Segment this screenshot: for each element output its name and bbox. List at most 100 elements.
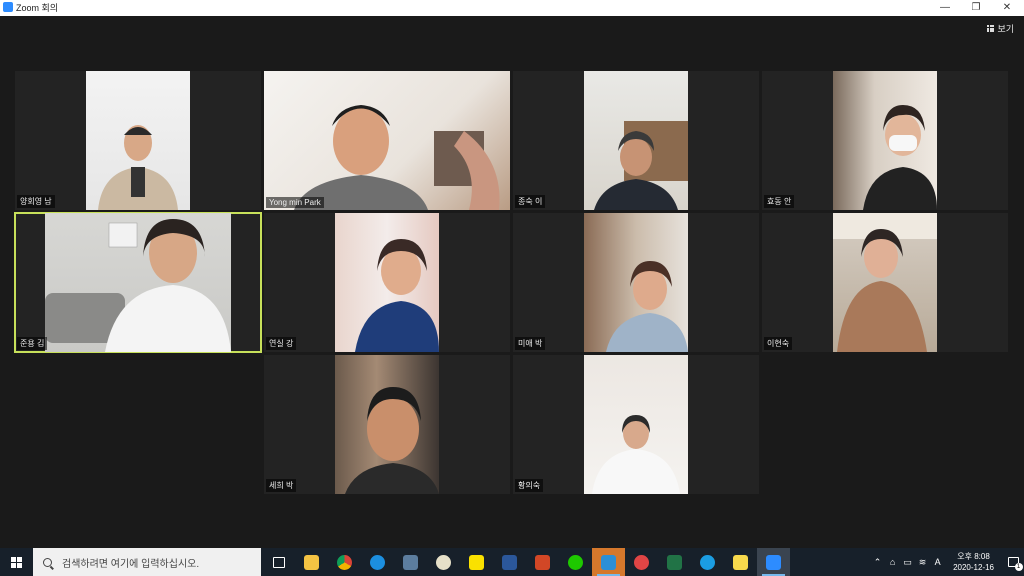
video-feed xyxy=(264,71,510,210)
participant-tile-active-speaker[interactable]: 준용 김 xyxy=(14,212,262,353)
close-button[interactable]: ✕ xyxy=(992,0,1022,16)
chrome-button[interactable] xyxy=(328,548,361,576)
word-button[interactable] xyxy=(493,548,526,576)
video-feed xyxy=(45,213,231,352)
participant-video xyxy=(863,105,937,210)
title-bar: Zoom 회의 — ❐ ✕ xyxy=(0,0,1024,16)
participant-name: Yong min Park xyxy=(266,197,324,208)
clock-date: 2020-12-16 xyxy=(953,563,994,572)
calculator-button[interactable] xyxy=(394,548,427,576)
zoom-icon xyxy=(766,554,781,570)
restore-button[interactable]: ❐ xyxy=(961,0,991,16)
powerpoint-icon xyxy=(535,554,550,570)
system-tray: ⌃ ⌂ ▭ ≋ A 오후 8:08 2020-12-16 1 xyxy=(870,548,1024,576)
participant-tile[interactable]: 미애 박 xyxy=(513,213,759,352)
whale-icon xyxy=(568,554,583,570)
video-feed xyxy=(335,355,439,494)
excel-button[interactable] xyxy=(658,548,691,576)
participant-video xyxy=(98,125,178,210)
start-button[interactable] xyxy=(0,548,32,576)
participant-name: 세희 박 xyxy=(266,479,297,492)
file-explorer-button[interactable] xyxy=(295,548,328,576)
video-feed xyxy=(335,213,439,352)
participant-name: 종숙 이 xyxy=(515,195,546,208)
wifi-icon[interactable]: ≋ xyxy=(915,557,930,568)
naver-whale-button[interactable] xyxy=(559,548,592,576)
participant-tile[interactable]: 연실 강 xyxy=(264,213,510,352)
edge-button[interactable] xyxy=(691,548,724,576)
search-icon xyxy=(43,557,52,567)
participant-tile[interactable]: 이현숙 xyxy=(762,213,1008,352)
participant-tile[interactable]: 효동 안 xyxy=(762,71,1008,210)
participant-name: 효동 안 xyxy=(764,195,795,208)
video-feed xyxy=(833,71,937,210)
sticky-notes-button[interactable] xyxy=(724,548,757,576)
taskbar-search-box[interactable]: 검색하려면 여기에 입력하십시오. xyxy=(33,548,261,576)
video-feed xyxy=(584,355,688,494)
view-button[interactable]: 보기 xyxy=(987,22,1014,35)
windows-logo-icon xyxy=(10,556,22,568)
window-title: Zoom 회의 xyxy=(16,3,59,13)
taskbar-apps xyxy=(262,548,790,576)
participant-name: 양회영 남 xyxy=(17,195,55,208)
video-feed xyxy=(584,213,688,352)
participant-tile[interactable]: Yong min Park xyxy=(264,71,510,210)
clock-time: 오후 8:08 xyxy=(957,552,990,561)
participant-name: 준용 김 xyxy=(17,337,48,350)
ime-indicator[interactable]: A xyxy=(930,557,945,567)
capture-app-icon xyxy=(601,554,616,570)
kakaotalk-button[interactable] xyxy=(460,548,493,576)
sticky-notes-icon xyxy=(733,554,748,570)
notification-icon: 1 xyxy=(1007,557,1023,571)
video-feed xyxy=(584,71,688,210)
notification-count: 1 xyxy=(1014,563,1023,571)
battery-icon[interactable]: ▭ xyxy=(900,557,915,568)
participant-video xyxy=(45,219,231,352)
participant-tile[interactable]: 황의숙 xyxy=(513,355,759,494)
refresh-icon xyxy=(634,554,649,570)
network-icon[interactable]: ⌂ xyxy=(885,557,900,567)
participant-video xyxy=(355,239,439,352)
excel-icon xyxy=(667,554,682,570)
minimize-button[interactable]: — xyxy=(930,0,960,16)
internet-explorer-icon xyxy=(370,554,385,570)
participant-video xyxy=(345,387,439,494)
paint-button[interactable] xyxy=(427,548,460,576)
chrome-icon xyxy=(337,554,352,570)
capture-app-button[interactable] xyxy=(592,548,625,576)
participant-video xyxy=(606,261,688,352)
participant-video xyxy=(833,213,937,352)
edge-icon xyxy=(700,554,715,570)
clock[interactable]: 오후 8:08 2020-12-16 xyxy=(945,551,1002,573)
folder-icon xyxy=(304,554,319,570)
internet-explorer-button[interactable] xyxy=(361,548,394,576)
video-feed xyxy=(833,213,937,352)
task-view-button[interactable] xyxy=(262,548,295,576)
participant-video xyxy=(592,415,680,494)
view-label: 보기 xyxy=(997,24,1014,34)
word-icon xyxy=(502,554,517,570)
calculator-icon xyxy=(403,554,418,570)
participant-name: 황의숙 xyxy=(515,479,544,492)
participant-video xyxy=(594,121,688,210)
search-placeholder: 검색하려면 여기에 입력하십시오. xyxy=(62,558,200,570)
grid-view-icon xyxy=(987,25,995,32)
refresh-app-button[interactable] xyxy=(625,548,658,576)
chevron-up-icon[interactable]: ⌃ xyxy=(870,557,885,568)
video-feed xyxy=(86,71,190,210)
paint-palette-icon xyxy=(436,554,451,570)
zoom-taskbar-button[interactable] xyxy=(757,548,790,576)
powerpoint-button[interactable] xyxy=(526,548,559,576)
participant-name: 미애 박 xyxy=(515,337,546,350)
kakaotalk-icon xyxy=(469,554,484,570)
participant-tile[interactable]: 세희 박 xyxy=(264,355,510,494)
participant-tile[interactable]: 양회영 남 xyxy=(15,71,261,210)
participant-video xyxy=(294,105,500,210)
zoom-app-icon xyxy=(3,2,13,12)
windows-taskbar: 검색하려면 여기에 입력하십시오. ⌃ ⌂ ▭ ≋ A 오후 8:08 2020… xyxy=(0,548,1024,576)
participant-tile[interactable]: 종숙 이 xyxy=(513,71,759,210)
task-view-icon xyxy=(272,556,285,568)
action-center-button[interactable]: 1 xyxy=(1002,548,1024,576)
participant-name: 연실 강 xyxy=(266,337,297,350)
participant-name: 이현숙 xyxy=(764,337,793,350)
